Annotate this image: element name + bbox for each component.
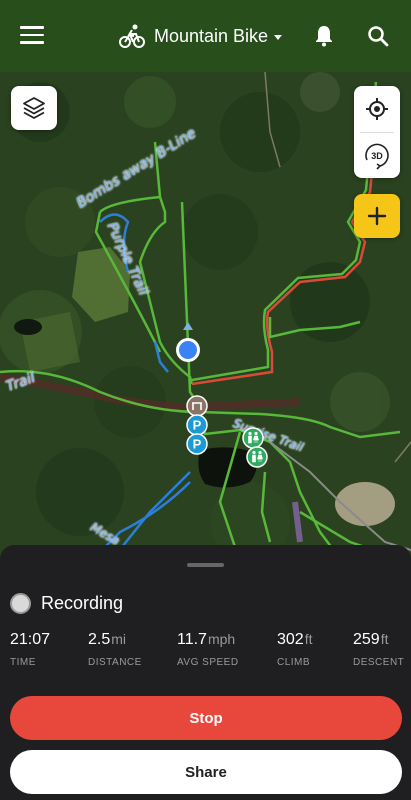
stat-distance: 2.5mi DISTANCE xyxy=(88,631,142,668)
stat-descent: 259ft DESCENT xyxy=(353,631,404,668)
activity-selector[interactable]: Mountain Bike xyxy=(118,22,283,50)
plus-icon xyxy=(367,206,387,226)
stop-button[interactable]: Stop xyxy=(10,696,402,740)
add-button[interactable] xyxy=(354,194,400,238)
share-button[interactable]: Share xyxy=(10,750,402,794)
layers-icon xyxy=(23,97,45,119)
stat-time: 21:07 TIME xyxy=(10,631,51,668)
locate-button[interactable] xyxy=(354,86,400,132)
stat-label: DISTANCE xyxy=(88,657,142,668)
3d-toggle-button[interactable]: 3D xyxy=(354,133,400,179)
recording-sheet: Recording 21:07 TIME 2.5mi DISTANCE 11.7… xyxy=(0,545,411,800)
stat-value: 21:07 xyxy=(10,631,51,648)
menu-icon[interactable] xyxy=(20,26,44,46)
svg-text:P: P xyxy=(193,418,202,433)
dropdown-caret-icon xyxy=(274,35,283,40)
search-icon[interactable] xyxy=(366,24,390,48)
map-view-controls: 3D xyxy=(354,86,400,178)
activity-title: Mountain Bike xyxy=(154,25,269,46)
current-location-marker xyxy=(176,338,200,362)
map-view[interactable]: Bombs away B-Line Purple Trail Trail Sun… xyxy=(0,72,411,562)
stat-value: 259 xyxy=(353,631,380,648)
locate-icon xyxy=(366,98,388,120)
3d-icon: 3D xyxy=(365,143,389,170)
layers-button[interactable] xyxy=(11,86,57,130)
bell-icon[interactable] xyxy=(312,24,336,48)
recording-label: Recording xyxy=(41,593,124,613)
stat-avg-speed: 11.7mph AVG SPEED xyxy=(177,631,239,668)
recording-indicator-icon xyxy=(10,593,31,614)
stat-value: 302 xyxy=(277,631,304,648)
3d-label: 3D xyxy=(371,151,383,161)
recording-status: Recording xyxy=(10,593,123,614)
stat-label: CLIMB xyxy=(277,657,311,668)
stat-unit: mi xyxy=(111,631,127,647)
satellite-map xyxy=(0,72,411,562)
sheet-drag-handle[interactable] xyxy=(187,563,224,567)
mountain-bike-icon xyxy=(119,24,145,48)
stats-row: 21:07 TIME 2.5mi DISTANCE 11.7mph AVG SP… xyxy=(0,631,411,677)
stat-unit: mph xyxy=(207,631,236,647)
top-app-bar: Mountain Bike xyxy=(0,0,411,72)
stat-value: 11.7 xyxy=(177,631,207,648)
stat-unit: ft xyxy=(304,631,313,647)
stat-label: AVG SPEED xyxy=(177,657,239,668)
stat-label: DESCENT xyxy=(353,657,405,668)
stat-climb: 302ft CLIMB xyxy=(277,631,312,668)
svg-text:P: P xyxy=(193,437,202,452)
restroom-icon[interactable] xyxy=(246,446,268,468)
stat-unit: ft xyxy=(380,631,389,647)
stat-value: 2.5 xyxy=(88,631,111,648)
stat-label: TIME xyxy=(10,657,36,668)
parking-icon[interactable]: P xyxy=(186,433,208,455)
